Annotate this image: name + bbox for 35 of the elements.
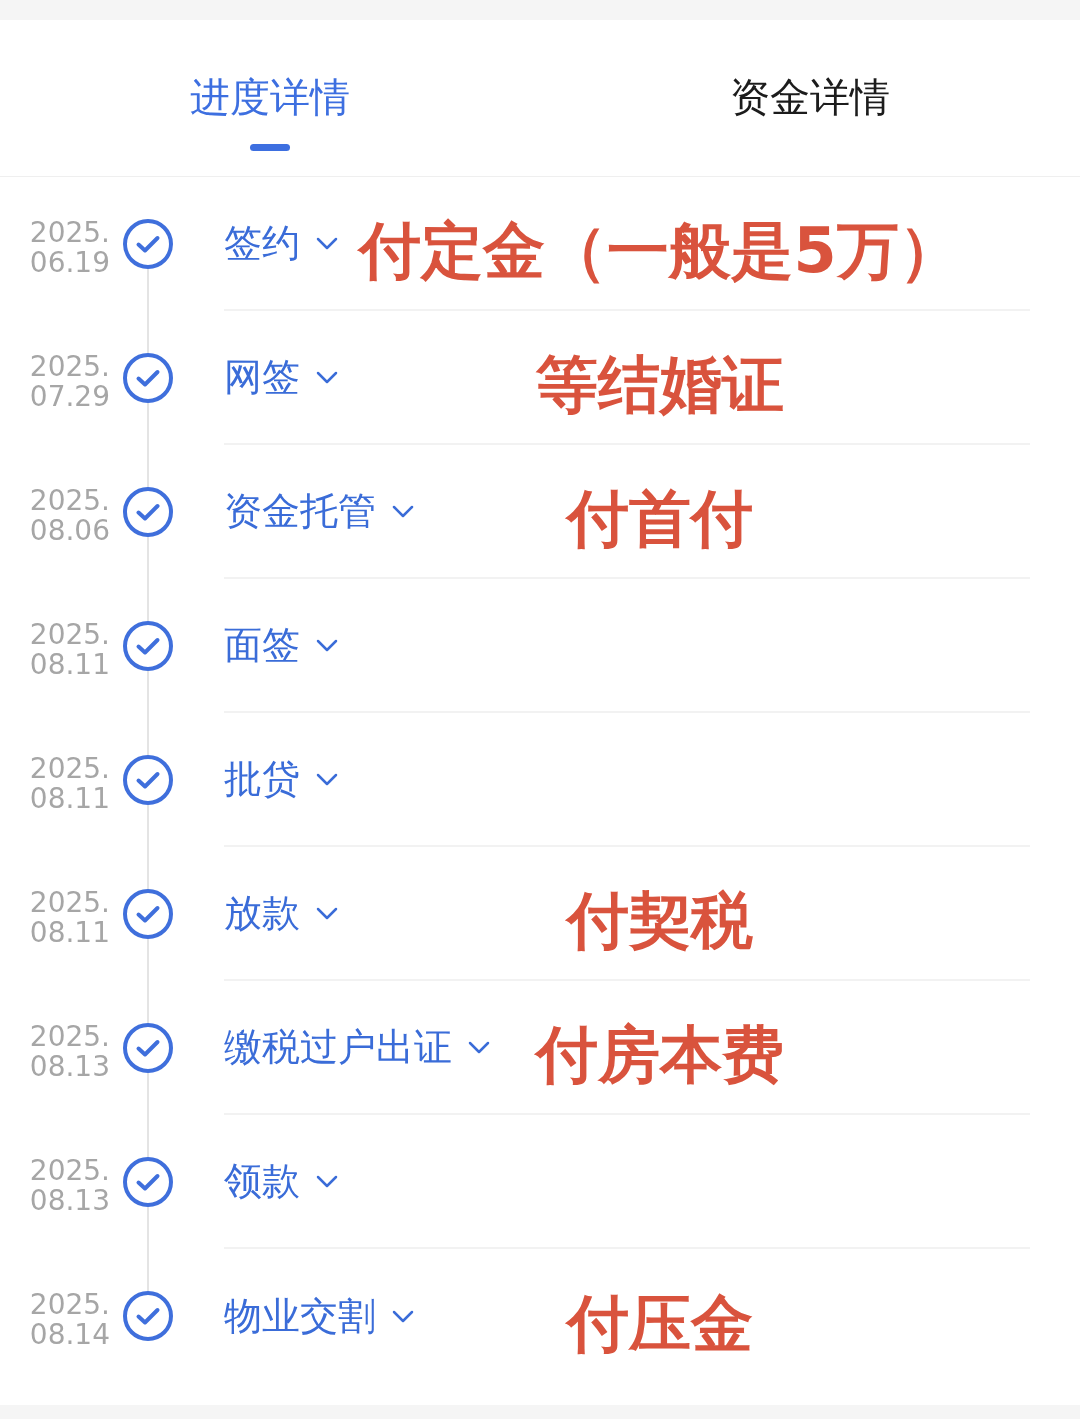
chevron-down-icon — [392, 504, 414, 518]
chevron-down-icon — [316, 772, 338, 786]
step-title-button[interactable]: 网签 — [224, 354, 338, 400]
annotation-text: 付契税 — [567, 884, 753, 958]
date-text: 2025. 08.11 — [29, 754, 110, 814]
annotation-text: 付房本费 — [536, 1018, 784, 1092]
step-title-button[interactable]: 签约 — [224, 220, 338, 266]
annotation-text: 付压金 — [567, 1287, 753, 1361]
step-title-button[interactable]: 资金托管 — [224, 488, 414, 534]
chevron-down-icon — [316, 638, 338, 652]
date-text: 2025. 08.11 — [29, 888, 110, 948]
date-text: 2025. 08.06 — [29, 486, 110, 546]
tab[interactable]: 进度详情 — [190, 73, 350, 151]
date-text: 2025. 08.14 — [29, 1290, 110, 1350]
chevron-down-icon — [316, 1174, 338, 1188]
step-title-button[interactable]: 面签 — [224, 622, 338, 668]
chevron-down-icon — [392, 1309, 414, 1323]
tab[interactable]: 资金详情 — [730, 73, 890, 151]
step-title-button[interactable]: 领款 — [224, 1158, 338, 1204]
annotation-text: 付首付 — [567, 482, 753, 556]
annotation-text: 等结婚证 — [536, 348, 784, 422]
step-title-button[interactable]: 缴税过户出证 — [224, 1024, 490, 1070]
step-title-button[interactable]: 放款 — [224, 890, 338, 936]
annotation-text: 付定金（一般是5万） — [359, 214, 961, 288]
date-text: 2025. 06.19 — [29, 218, 110, 278]
step-title-button[interactable]: 批贷 — [224, 756, 338, 802]
chevron-down-icon — [316, 370, 338, 384]
chevron-down-icon — [316, 236, 338, 250]
step-title-button[interactable]: 物业交割 — [224, 1293, 414, 1339]
chevron-down-icon — [316, 906, 338, 920]
chevron-down-icon — [468, 1040, 490, 1054]
date-text: 2025. 07.29 — [29, 352, 110, 412]
date-text: 2025. 08.13 — [29, 1022, 110, 1082]
date-text: 2025. 08.13 — [29, 1156, 110, 1216]
date-text: 2025. 08.11 — [29, 620, 110, 680]
